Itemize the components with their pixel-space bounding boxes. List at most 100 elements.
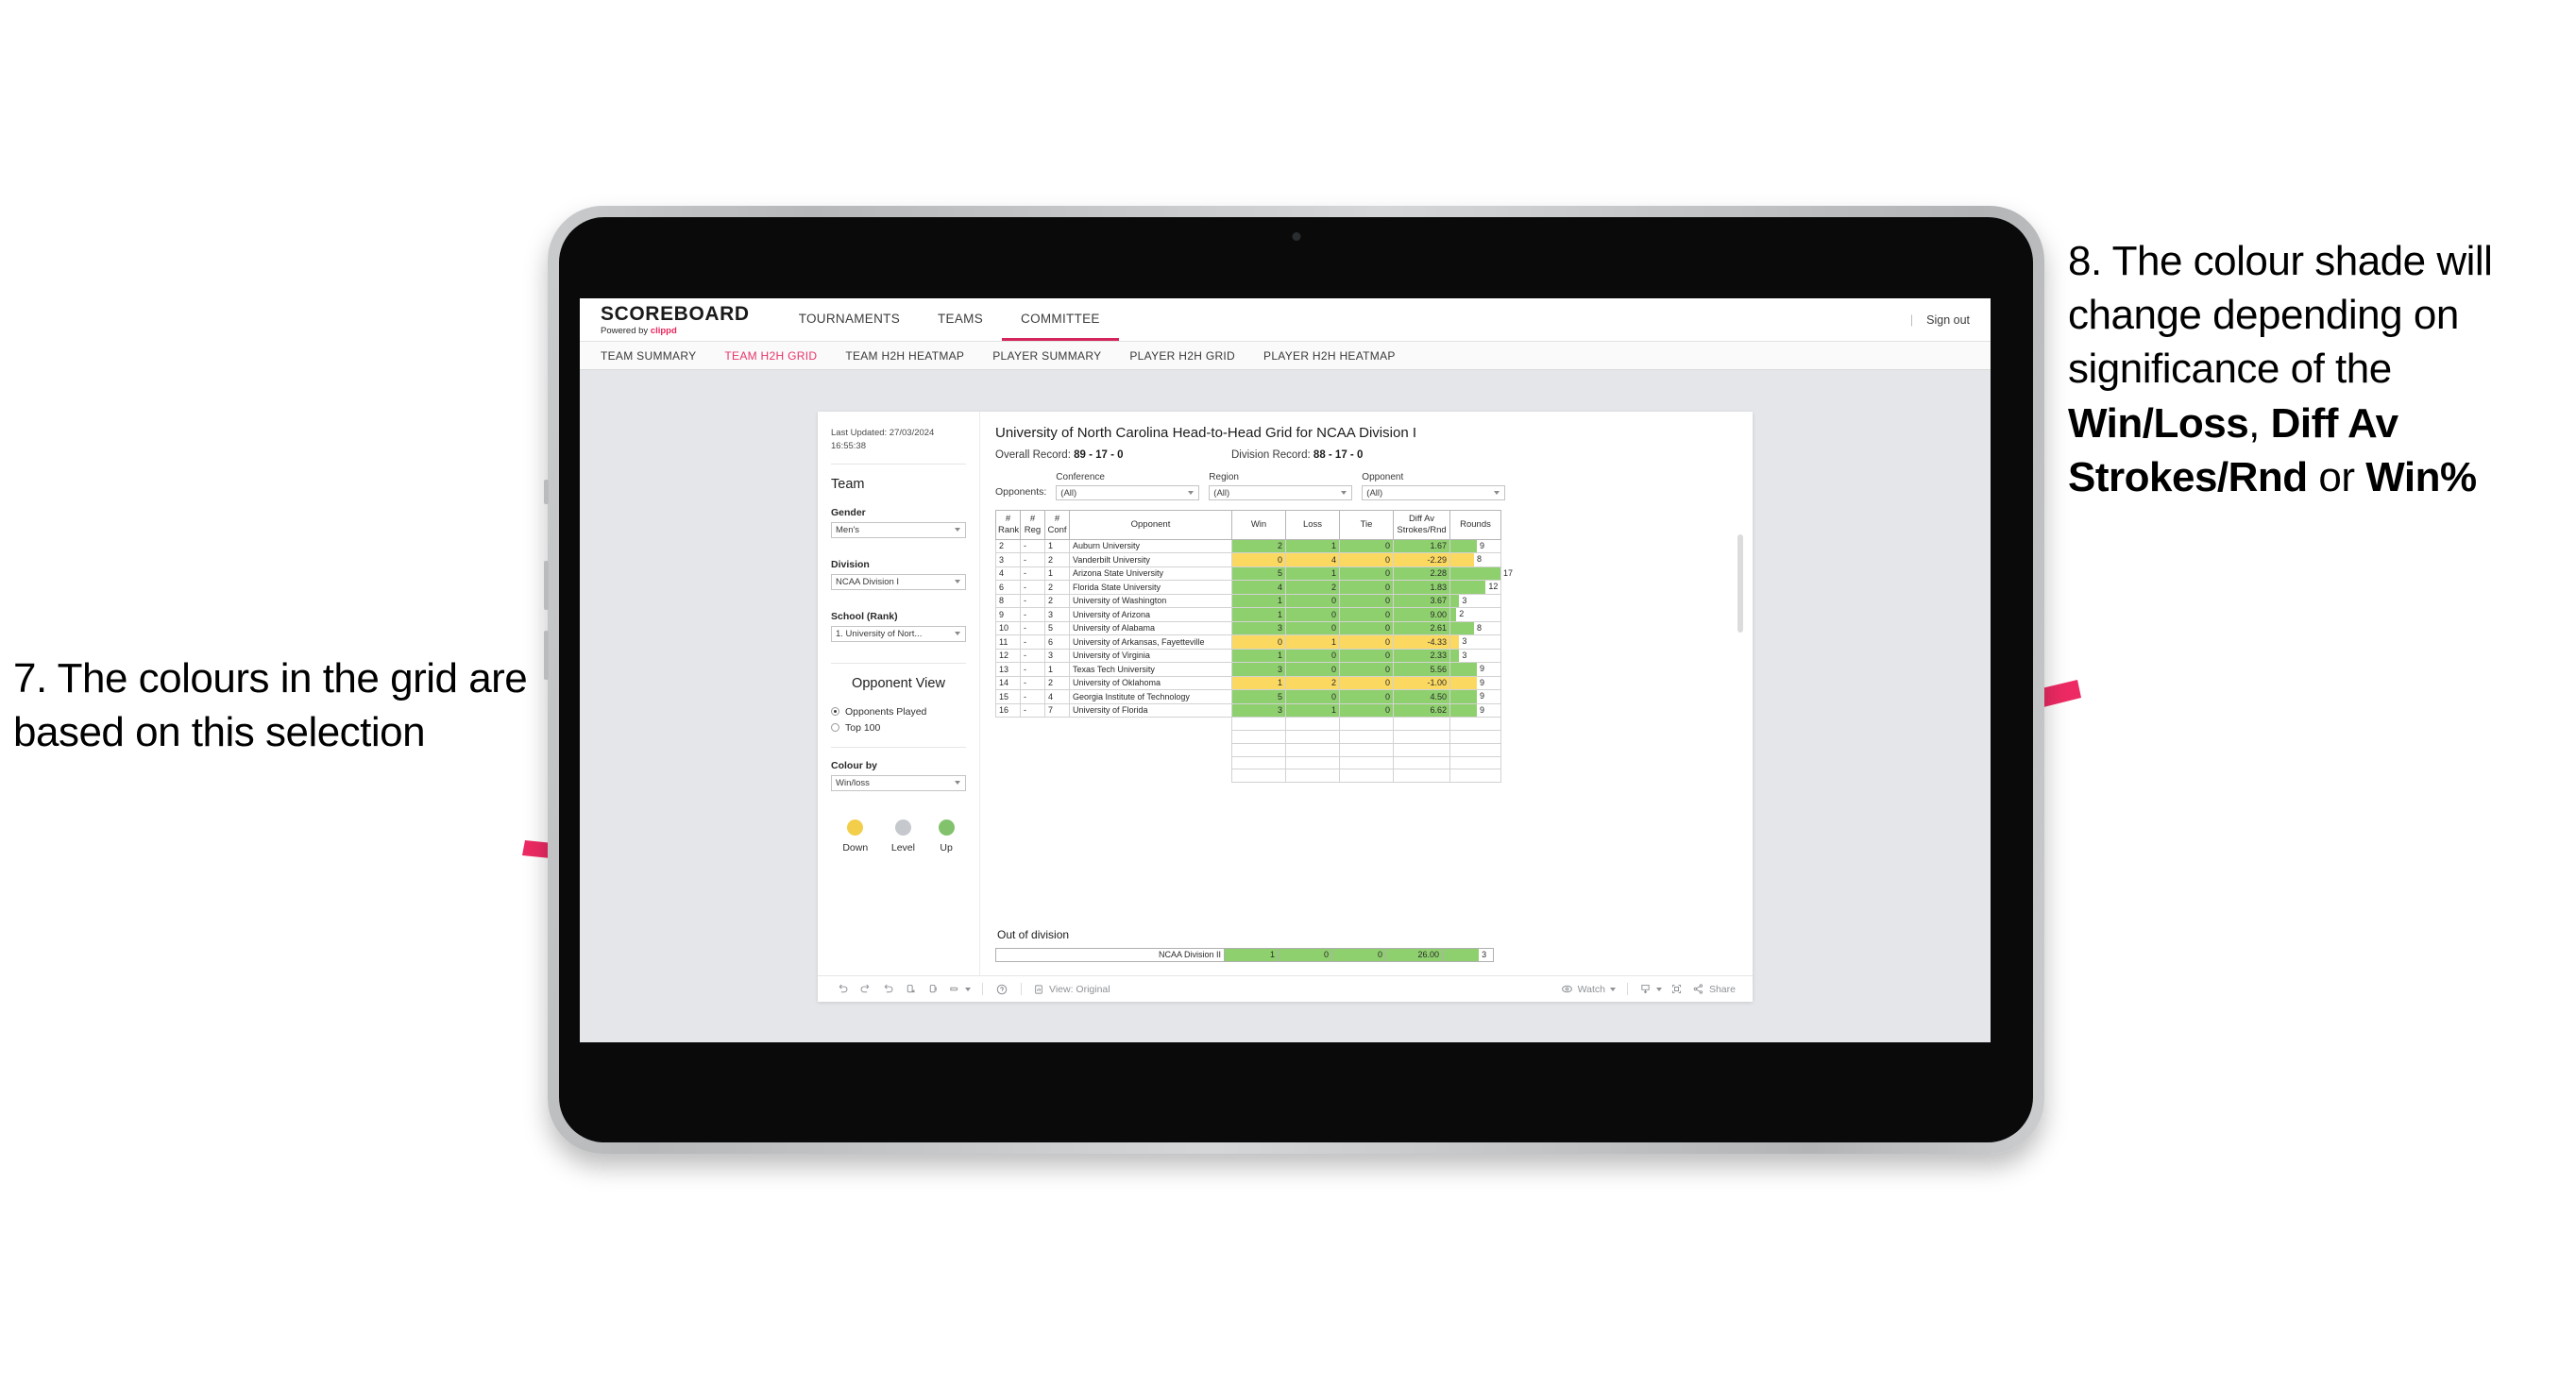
colour-by-select[interactable]: Win/loss bbox=[831, 774, 966, 791]
revert-icon[interactable] bbox=[876, 983, 899, 995]
cell-empty bbox=[1231, 730, 1286, 744]
cell-empty bbox=[1393, 742, 1450, 757]
radio-top-100[interactable]: Top 100 bbox=[831, 722, 966, 734]
brand-subtitle-prefix: Powered by bbox=[601, 325, 651, 336]
subtab-player-h2h-grid[interactable]: PLAYER H2H GRID bbox=[1129, 349, 1235, 363]
table-row[interactable]: 10-5 University of Alabama 3 0 0 2.61 8 bbox=[995, 620, 1501, 636]
legend-item-level: Level bbox=[891, 819, 915, 854]
divider bbox=[831, 463, 966, 465]
cell-rank: 9 bbox=[995, 607, 1021, 622]
cell-empty bbox=[1044, 717, 1070, 731]
table-row[interactable]: 3-2 Vanderbilt University 0 4 0 -2.29 8 bbox=[995, 552, 1501, 567]
cell-loss: 1 bbox=[1285, 566, 1340, 582]
subtab-team-h2h-heatmap[interactable]: TEAM H2H HEATMAP bbox=[845, 349, 964, 363]
school-rank-select[interactable]: 1. University of Nort... bbox=[831, 625, 966, 642]
subtab-player-summary[interactable]: PLAYER SUMMARY bbox=[992, 349, 1101, 363]
tablet-button-power[interactable] bbox=[544, 480, 549, 504]
out-of-division-row[interactable]: NCAA Division II 1 0 0 26.00 3 bbox=[995, 947, 1494, 962]
cell-diff-av-strokes: 2.61 bbox=[1393, 620, 1450, 636]
redo-icon[interactable] bbox=[854, 983, 876, 995]
sign-out-link[interactable]: Sign out bbox=[1926, 313, 1970, 327]
pause-updates-icon[interactable] bbox=[922, 983, 944, 995]
rounds-bar bbox=[1450, 581, 1486, 594]
cell-conf: 6 bbox=[1044, 634, 1070, 650]
brand-subtitle-accent: clippd bbox=[650, 325, 677, 336]
gender-select[interactable]: Men's bbox=[831, 521, 966, 538]
refresh-icon[interactable] bbox=[899, 983, 922, 995]
nav-tab-committee[interactable]: COMMITTEE bbox=[1002, 298, 1119, 341]
table-row-empty bbox=[995, 742, 1501, 757]
brand-logo[interactable]: SCOREBOARD Powered by clippd bbox=[601, 304, 750, 336]
subtab-team-h2h-grid[interactable]: TEAM H2H GRID bbox=[724, 349, 817, 363]
cell-diff-av-strokes: 1.67 bbox=[1393, 538, 1450, 554]
rounds-bar bbox=[1450, 566, 1500, 581]
table-row[interactable]: 14-2 University of Oklahoma 1 2 0 -1.00 9 bbox=[995, 675, 1501, 691]
col-diff-av-strokes: Diff Av Strokes/Rnd bbox=[1393, 510, 1450, 540]
cell-empty bbox=[1339, 769, 1394, 784]
ood-cell-win: 1 bbox=[1224, 947, 1279, 962]
help-icon[interactable] bbox=[991, 983, 1013, 996]
col-diff-l2: Strokes/Rnd bbox=[1397, 524, 1447, 535]
cell-diff-av-strokes: 9.00 bbox=[1393, 607, 1450, 622]
out-of-division-table: NCAA Division II 1 0 0 26.00 3 bbox=[995, 947, 1494, 963]
cell-rank: 10 bbox=[995, 620, 1021, 636]
division-record: Division Record: 88 - 17 - 0 bbox=[1231, 449, 1467, 461]
cell-conf: 2 bbox=[1044, 593, 1070, 609]
h2h-grid-body: 2-1 Auburn University 2 1 0 1.67 9 3-2 Vanderbil… bbox=[995, 538, 1513, 784]
table-row[interactable]: 13-1 Texas Tech University 3 0 0 5.56 9 bbox=[995, 662, 1501, 677]
fullscreen-icon[interactable] bbox=[1666, 983, 1688, 995]
h2h-grid-head: # Rank # Reg # Conf Opponent Win Loss Ti… bbox=[995, 510, 1501, 540]
table-row[interactable]: 8-2 University of Washington 1 0 0 3.67 3 bbox=[995, 593, 1501, 609]
school-rank-value: 1. University of Nort... bbox=[836, 628, 923, 639]
cell-opponent: Arizona State University bbox=[1069, 566, 1232, 582]
cell-empty bbox=[1449, 742, 1501, 757]
filter-opponent-select[interactable]: (All) bbox=[1362, 485, 1506, 500]
table-row[interactable]: 6-2 Florida State University 4 2 0 1.83 12 bbox=[995, 580, 1501, 595]
rounds-value: 2 bbox=[1459, 609, 1465, 619]
chevron-down-icon bbox=[1188, 491, 1195, 495]
rounds-bar bbox=[1450, 635, 1460, 649]
tablet-button-volume-up[interactable] bbox=[544, 561, 549, 610]
division-select[interactable]: NCAA Division I bbox=[831, 573, 966, 590]
table-row[interactable]: 15-4 Georgia Institute of Technology 5 0 0 4.… bbox=[995, 689, 1501, 704]
nav-tab-tournaments[interactable]: TOURNAMENTS bbox=[780, 298, 919, 341]
pan-mode-icon[interactable] bbox=[944, 983, 974, 995]
table-row[interactable]: 9-3 University of Arizona 1 0 0 9.00 2 bbox=[995, 607, 1501, 622]
legend-label-up: Up bbox=[940, 841, 953, 854]
filter-conference-select[interactable]: (All) bbox=[1056, 485, 1200, 500]
nav-tab-teams[interactable]: TEAMS bbox=[919, 298, 1002, 341]
watch-button[interactable]: Watch bbox=[1557, 983, 1619, 995]
division-record-label: Division Record: bbox=[1231, 449, 1313, 461]
ood-cell-label: NCAA Division II bbox=[995, 947, 1225, 962]
subtab-team-summary[interactable]: TEAM SUMMARY bbox=[601, 349, 696, 363]
table-row[interactable]: 2-1 Auburn University 2 1 0 1.67 9 bbox=[995, 538, 1501, 554]
cell-reg: - bbox=[1020, 552, 1045, 567]
school-rank-label: School (Rank) bbox=[831, 610, 898, 622]
division-label: Division bbox=[831, 558, 870, 570]
undo-icon[interactable] bbox=[831, 983, 854, 995]
ood-cell-rounds: 3 bbox=[1442, 947, 1494, 962]
share-button[interactable]: Share bbox=[1688, 983, 1739, 995]
rounds-value: 12 bbox=[1488, 582, 1499, 592]
cell-empty bbox=[1044, 743, 1070, 757]
download-button[interactable] bbox=[1635, 983, 1666, 995]
table-scrollbar[interactable] bbox=[1737, 534, 1743, 633]
cell-rounds: 3 bbox=[1449, 648, 1501, 664]
tablet-button-volume-down[interactable] bbox=[544, 631, 549, 680]
filter-region-select[interactable]: (All) bbox=[1209, 485, 1353, 500]
view-original-button[interactable]: View: Original bbox=[1029, 984, 1114, 995]
table-row[interactable]: 12-3 University of Virginia 1 0 0 2.33 3 bbox=[995, 648, 1501, 664]
table-row[interactable]: 11-6 University of Arkansas, Fayetteville… bbox=[995, 634, 1501, 650]
rounds-value: 9 bbox=[1480, 540, 1485, 550]
dashboard-panel: Last Updated: 27/03/2024 16:55:38 Team G… bbox=[818, 412, 1753, 1002]
cell-tie: 0 bbox=[1339, 607, 1394, 622]
cell-tie: 0 bbox=[1339, 702, 1394, 718]
cell-tie: 0 bbox=[1339, 538, 1394, 554]
table-row[interactable]: 16-7 University of Florida 3 1 0 6.62 9 bbox=[995, 702, 1501, 718]
cell-opponent: Vanderbilt University bbox=[1069, 552, 1232, 567]
radio-opponents-played[interactable]: Opponents Played bbox=[831, 706, 966, 718]
cell-loss: 0 bbox=[1285, 620, 1340, 636]
cell-win: 1 bbox=[1231, 675, 1286, 691]
table-row[interactable]: 4-1 Arizona State University 5 1 0 2.28 17 bbox=[995, 566, 1513, 582]
subtab-player-h2h-heatmap[interactable]: PLAYER H2H HEATMAP bbox=[1263, 349, 1396, 363]
